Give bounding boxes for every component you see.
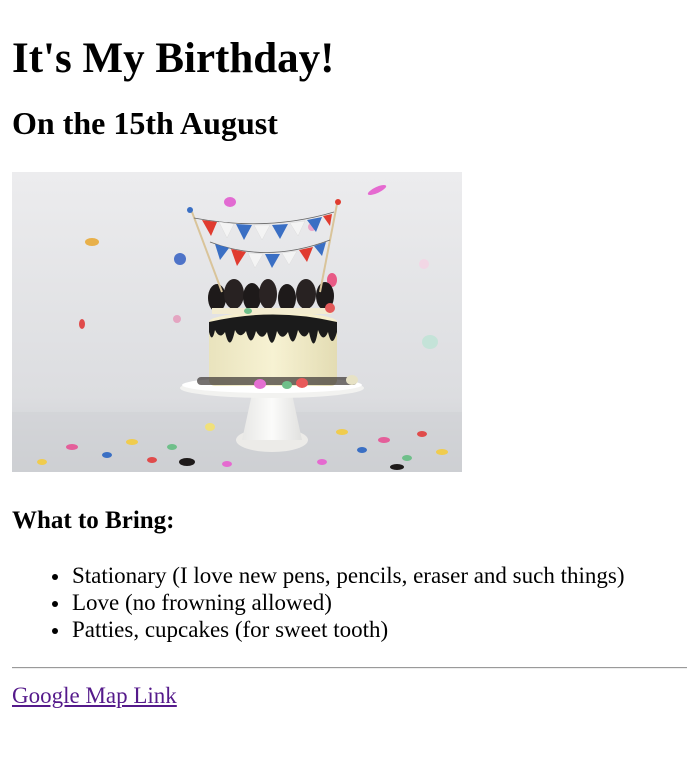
page-subtitle: On the 15th August bbox=[12, 105, 278, 141]
divider bbox=[12, 667, 687, 669]
birthday-cake-image bbox=[12, 172, 462, 472]
list-item: Patties, cupcakes (for sweet tooth) bbox=[12, 616, 687, 643]
cake-body bbox=[197, 312, 358, 389]
google-map-link[interactable]: Google Map Link bbox=[12, 682, 177, 709]
page-title: It's My Birthday! bbox=[12, 35, 335, 82]
list-item: Stationary (I love new pens, pencils, er… bbox=[12, 562, 687, 589]
list-item: Love (no frowning allowed) bbox=[12, 589, 687, 616]
bring-list: Stationary (I love new pens, pencils, er… bbox=[12, 536, 687, 643]
what-to-bring-heading: What to Bring: bbox=[12, 507, 175, 534]
page-body: It's My Birthday! On the 15th August Wha… bbox=[0, 0, 687, 709]
